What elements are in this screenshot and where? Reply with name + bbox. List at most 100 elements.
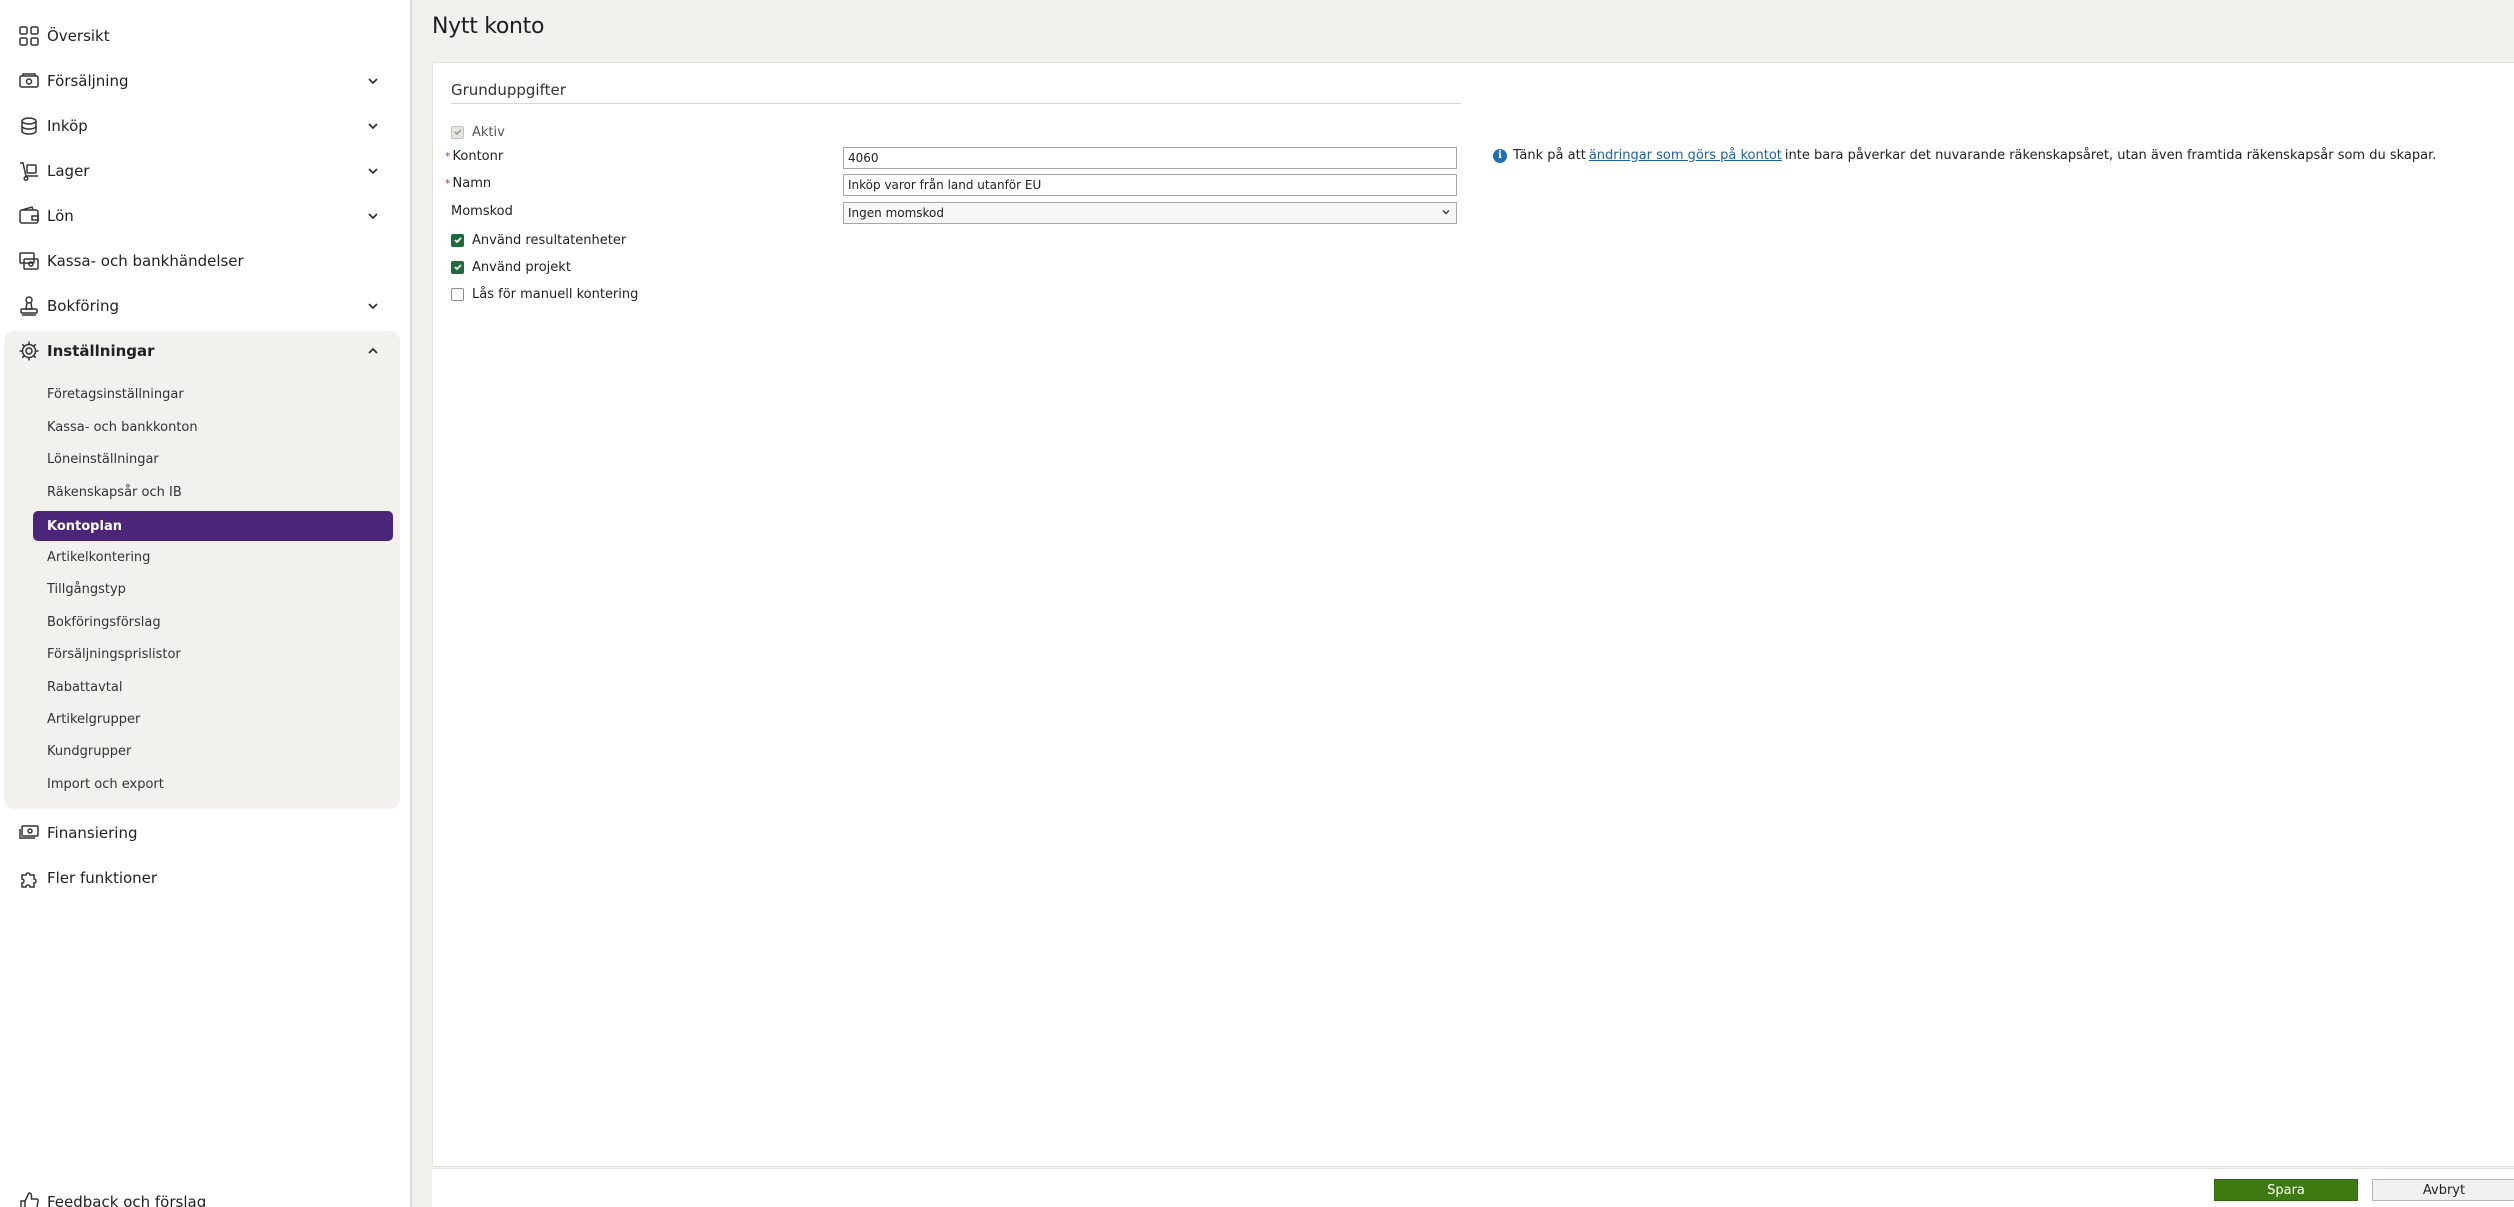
nav-lager[interactable]: Lager [0,151,400,191]
sub-label: Löneinställningar [47,451,159,467]
sub-label: Artikelgrupper [47,711,141,727]
nav-label: Lön [47,207,74,225]
cash-register-icon [18,70,40,92]
resultatenheter-checkbox-row[interactable]: Använd resultatenheter [451,230,626,250]
sub-label: Import och export [47,776,164,792]
nav-label: Finansiering [47,824,138,842]
nav-label: Inköp [47,117,88,135]
sub-artikelgrupper[interactable]: Artikelgrupper [33,704,393,734]
sidebar: Översikt Försäljning Inköp Lager Lön Kas… [0,0,412,1207]
sub-label: Kassa- och bankkonton [47,419,198,435]
money-stack-icon [18,822,40,844]
nav-oversikt[interactable]: Översikt [0,16,400,56]
sub-label: Kundgrupper [47,743,132,759]
required-marker: * [445,177,451,190]
nav-lon[interactable]: Lön [0,196,400,236]
las-checkbox-row[interactable]: Lås för manuell kontering [451,284,638,304]
nav-label: Kassa- och bankhändelser [47,252,244,270]
aktiv-checkbox-row: Aktiv [451,122,505,142]
nav-finansiering[interactable]: Finansiering [0,813,400,853]
coins-icon [18,115,40,137]
sub-loneinstallningar[interactable]: Löneinställningar [33,444,393,474]
nav-fler-funktioner[interactable]: Fler funktioner [0,858,400,898]
kontonr-label-text: Kontonr [452,149,504,164]
momskod-label: Momskod [451,204,513,219]
namn-label: * Namn [445,176,491,191]
chevron-down-icon[interactable] [364,162,382,180]
namn-label-text: Namn [452,176,492,191]
sub-import-export[interactable]: Import och export [33,769,393,799]
chevron-down-icon[interactable] [364,207,382,225]
sub-bokforingsforslag[interactable]: Bokföringsförslag [33,607,393,637]
aktiv-checkbox [451,125,464,139]
dolly-icon [18,160,40,182]
sub-artikelkontering[interactable]: Artikelkontering [33,542,393,572]
las-label: Lås för manuell kontering [472,286,639,302]
sub-tillgangstyp[interactable]: Tillgångstyp [33,574,393,604]
info-prefix: Tänk på att [1513,148,1586,163]
nav-installningar[interactable]: Inställningar [0,331,400,371]
section-divider [451,103,1461,104]
sub-label: Bokföringsförslag [47,614,161,630]
nav-label: Feedback och förslag [47,1193,207,1207]
sub-kassa-bankkonton[interactable]: Kassa- och bankkonton [33,412,393,442]
sub-rakenskapsar[interactable]: Räkenskapsår och IB [33,477,393,507]
nav-inkop[interactable]: Inköp [0,106,400,146]
save-button[interactable]: Spara [2214,1179,2358,1201]
las-checkbox[interactable] [451,287,464,301]
thumbs-up-icon [18,1191,40,1207]
kontonr-input[interactable] [843,147,1457,169]
sub-kundgrupper[interactable]: Kundgrupper [33,736,393,766]
sub-label: Tillgångstyp [47,581,126,597]
chevron-down-icon[interactable] [364,117,382,135]
nav-label: Försäljning [47,72,129,90]
nav-label: Lager [47,162,90,180]
info-suffix: inte bara påverkar det nuvarande räkensk… [1784,148,2437,163]
momskod-value: Ingen momskod [848,206,945,220]
projekt-checkbox[interactable] [451,260,464,274]
sub-kontoplan[interactable]: Kontoplan [33,511,393,541]
info-link[interactable]: ändringar som görs på kontot [1589,148,1782,163]
nav-label: Översikt [47,27,110,45]
main-content: Nytt konto Grunduppgifter Aktiv * Kontonr… [414,0,2514,1207]
momskod-select[interactable]: Ingen momskod [843,202,1457,224]
sub-label: Försäljningsprislistor [47,646,181,662]
info-notice: i Tänk på att ändringar som görs på kont… [1493,148,2436,163]
chevron-down-icon[interactable] [364,72,382,90]
chevron-up-icon[interactable] [364,342,382,360]
sub-label: Företagsinställningar [47,386,184,402]
chevron-down-icon [1440,206,1452,221]
projekt-checkbox-row[interactable]: Använd projekt [451,257,571,277]
nav-kassa-bank[interactable]: Kassa- och bankhändelser [0,241,400,281]
sub-foretagsinstallningar[interactable]: Företagsinställningar [33,379,393,409]
puzzle-icon [18,867,40,889]
nav-label: Fler funktioner [47,869,158,887]
required-marker: * [445,150,451,163]
cancel-button[interactable]: Avbryt [2372,1179,2514,1201]
nav-forsaljning[interactable]: Försäljning [0,61,400,101]
nav-bokforing[interactable]: Bokföring [0,286,400,326]
footer-bar: Spara Avbryt [432,1168,2514,1207]
sub-forsaljningsprislistor[interactable]: Försäljningsprislistor [33,639,393,669]
sub-label: Rabattavtal [47,679,123,695]
gear-icon [18,340,40,362]
resultatenheter-label: Använd resultatenheter [472,232,627,248]
section-title: Grunduppgifter [451,81,566,99]
sub-label: Räkenskapsår och IB [47,484,182,500]
bank-money-icon [18,250,40,272]
nav-label: Inställningar [47,342,155,360]
nav-label: Bokföring [47,297,119,315]
stamp-icon [18,295,40,317]
projekt-label: Använd projekt [472,259,571,275]
namn-input[interactable] [843,174,1457,196]
info-icon: i [1493,148,1507,163]
grid-icon [18,25,40,47]
nav-feedback[interactable]: Feedback och förslag [0,1182,400,1207]
resultatenheter-checkbox[interactable] [451,233,464,247]
sub-label: Kontoplan [47,518,122,534]
aktiv-label: Aktiv [472,124,505,140]
form-panel: Grunduppgifter Aktiv *Kontonr *Namn Moms… [432,62,2514,1167]
chevron-down-icon[interactable] [364,297,382,315]
page-title: Nytt konto [432,14,545,39]
sub-rabattavtal[interactable]: Rabattavtal [33,672,393,702]
